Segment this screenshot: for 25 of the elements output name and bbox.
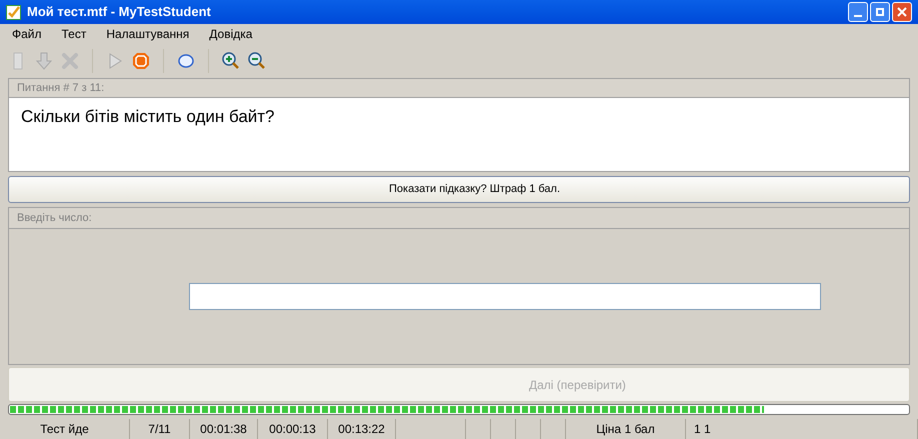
status-bar-text: 00:13:22 bbox=[328, 419, 396, 439]
answer-field[interactable] bbox=[189, 283, 821, 310]
menu-item[interactable]: Налаштування bbox=[102, 25, 194, 43]
status-bar-text: 00:00:13 bbox=[258, 419, 328, 439]
question-text: Скільки бітів містить один байт? bbox=[21, 106, 276, 128]
menu-item[interactable]: Довідка bbox=[205, 25, 256, 43]
zoom-in-icon[interactable] bbox=[221, 51, 241, 71]
question-header: Питання # 7 з 11: bbox=[9, 79, 909, 98]
status-bar-text: Ціна 1 бал bbox=[566, 419, 686, 439]
hint-button[interactable]: Показати підказку? Штраф 1 бал. bbox=[8, 176, 910, 203]
zoom-out-icon[interactable] bbox=[247, 51, 267, 71]
restore-button[interactable] bbox=[870, 2, 890, 22]
menu-item[interactable]: Файл bbox=[8, 25, 46, 43]
status-bar-text: 1 1 bbox=[686, 419, 918, 439]
menu-item[interactable]: Тест bbox=[58, 25, 90, 43]
close-icon bbox=[897, 7, 907, 17]
stop-icon[interactable] bbox=[131, 51, 151, 71]
answer-header: Введіть число: bbox=[9, 208, 909, 229]
window-title: Мой тест.mtf - MyTestStudent bbox=[27, 3, 212, 22]
status-bar-text: 7/11 bbox=[130, 419, 190, 439]
status-bar-text: 00:01:38 bbox=[190, 419, 258, 439]
status-bar-text: Тест йде bbox=[0, 419, 130, 439]
checkmark-icon bbox=[6, 4, 21, 20]
close-button[interactable] bbox=[892, 2, 912, 22]
minimize-button[interactable] bbox=[848, 2, 868, 22]
